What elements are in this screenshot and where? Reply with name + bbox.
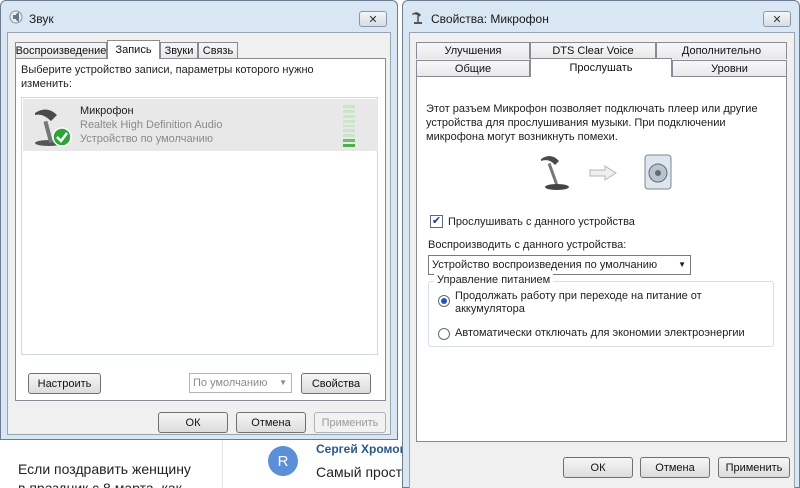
tab-general[interactable]: Общие	[416, 60, 530, 77]
chevron-down-icon: ▼	[279, 378, 287, 387]
playback-device-select[interactable]: Устройство воспроизведения по умолчанию …	[428, 255, 691, 275]
sound-client-area: Воспроизведение Запись Звуки Связь Выбер…	[7, 32, 391, 435]
properties-button[interactable]: Свойства	[301, 373, 371, 394]
speaker-device-icon	[643, 153, 673, 194]
radio-continue-on-battery-label[interactable]: Продолжать работу при переходе на питани…	[455, 290, 765, 316]
microphone-icon	[411, 10, 425, 27]
tab-sounds[interactable]: Звуки	[160, 42, 198, 59]
playback-device-label: Воспроизводить с данного устройства:	[428, 239, 627, 251]
close-icon: ✕	[772, 13, 782, 26]
speaker-icon	[9, 10, 23, 27]
default-dropdown-value: По умолчанию	[193, 377, 268, 389]
tab-levels[interactable]: Уровни	[672, 60, 787, 77]
default-dropdown[interactable]: По умолчанию ▼	[189, 373, 292, 393]
sound-window-titlebar[interactable]: Звук	[9, 10, 54, 27]
device-row-microphone[interactable]: Микрофон Realtek High Definition Audio У…	[23, 99, 378, 151]
radio-continue-on-battery[interactable]	[438, 295, 450, 307]
radio-auto-disable[interactable]	[438, 328, 450, 340]
recording-tab-panel: Выберите устройство записи, параметры ко…	[15, 58, 386, 401]
device-name: Микрофон	[80, 105, 134, 117]
ok-button[interactable]: ОК	[563, 457, 633, 478]
comment-author[interactable]: Сергей Хромов	[316, 442, 407, 456]
checkmark-icon: ✔	[431, 215, 442, 227]
tab-advanced[interactable]: Дополнительно	[656, 42, 787, 59]
device-list[interactable]: Микрофон Realtek High Definition Audio У…	[21, 97, 378, 355]
tab-playback[interactable]: Воспроизведение	[15, 42, 107, 59]
radio-auto-disable-label[interactable]: Автоматически отключать для экономии эле…	[455, 327, 745, 339]
sound-window: Звук ✕ Воспроизведение Запись Звуки Связ…	[0, 0, 398, 440]
listen-tab-panel: Этот разъем Микрофон позволяет подключат…	[416, 76, 787, 442]
cancel-button[interactable]: Отмена	[236, 412, 306, 433]
listen-description: Этот разъем Микрофон позволяет подключат…	[426, 103, 758, 143]
playback-device-value: Устройство воспроизведения по умолчанию	[432, 259, 658, 271]
cancel-button[interactable]: Отмена	[640, 457, 710, 478]
apply-button[interactable]: Применить	[314, 412, 386, 433]
tab-communications[interactable]: Связь	[198, 42, 238, 59]
device-driver: Realtek High Definition Audio	[80, 119, 223, 131]
properties-window-titlebar[interactable]: Свойства: Микрофон	[411, 10, 549, 27]
close-icon: ✕	[368, 13, 378, 26]
post-text-line-1: Если поздравить женщину	[18, 461, 191, 477]
chevron-down-icon: ▼	[678, 260, 686, 269]
apply-button[interactable]: Применить	[718, 457, 790, 478]
properties-window-title: Свойства: Микрофон	[431, 11, 549, 26]
microphone-illustration-icon	[537, 153, 577, 194]
instruction-text: Выберите устройство записи, параметры ко…	[21, 64, 314, 90]
tab-enhancements[interactable]: Улучшения	[416, 42, 530, 59]
post-text-line-2: в праздник с 8 марта, как	[18, 480, 182, 488]
power-management-title: Управление питанием	[434, 274, 554, 286]
tab-dts-clear-voice[interactable]: DTS Clear Voice	[530, 42, 656, 59]
device-status: Устройство по умолчанию	[80, 133, 214, 145]
tab-recording[interactable]: Запись	[107, 40, 160, 59]
properties-close-button[interactable]: ✕	[763, 11, 791, 27]
background-post-text[interactable]: Если поздравить женщину в праздник с 8 м…	[18, 460, 191, 488]
arrow-right-icon	[589, 165, 617, 184]
configure-button[interactable]: Настроить	[28, 373, 101, 394]
listen-checkbox[interactable]: ✔	[430, 215, 443, 228]
sound-window-title: Звук	[29, 11, 54, 26]
ok-button[interactable]: ОК	[158, 412, 228, 433]
microphone-device-icon	[29, 103, 75, 152]
tab-listen[interactable]: Прослушать	[530, 58, 672, 77]
properties-client-area: Улучшения DTS Clear Voice Дополнительно …	[409, 32, 795, 488]
level-meter	[343, 105, 355, 148]
comment-avatar[interactable]: R	[268, 446, 298, 476]
sound-close-button[interactable]: ✕	[359, 11, 387, 27]
microphone-properties-window: Свойства: Микрофон ✕ Улучшения DTS Clear…	[402, 0, 800, 488]
listen-checkbox-label[interactable]: Прослушивать с данного устройства	[448, 216, 635, 228]
